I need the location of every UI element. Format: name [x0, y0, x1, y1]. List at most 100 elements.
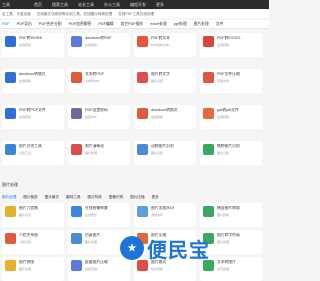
tool-description: 在线转换 — [85, 43, 98, 47]
notice-bar: 全工具，丰富全面 在线格式化修改等实用工具，在线图片转换处理 在线PDF工具在线… — [0, 10, 269, 18]
tool-title: 横竖图片转换 — [217, 206, 240, 210]
tool-description: 图片处理 — [85, 240, 98, 244]
tool-description: 在线转换 — [19, 79, 32, 83]
tool-title: 图片拼图 — [19, 260, 35, 264]
tool-title: PDF转EXCEL — [217, 36, 241, 40]
tool-card[interactable]: 图片识别工具 识别工具 — [2, 141, 64, 165]
tool-card[interactable]: doc/docx转换文 在线转换 — [134, 105, 196, 129]
subtab[interactable]: 图片处理 — [2, 195, 16, 200]
tool-card[interactable]: 在线图像修复 在线修复 — [68, 203, 130, 227]
tool-card[interactable]: 文本转PDF 文本转PDF — [68, 69, 130, 93]
category-tabs: PDF PDF导出 PDF合并分割 PDF加密解密 PDF编辑 其它PDF操作 … — [0, 20, 269, 29]
subtab[interactable]: 图片压缩 — [130, 195, 144, 200]
site-logo[interactable]: 工具 — [2, 2, 10, 8]
tool-description: 在线转换 — [19, 115, 32, 119]
nav-item[interactable]: 搜索工具 — [52, 2, 68, 8]
tool-card[interactable]: 动物图片识别 图片识别 — [134, 141, 196, 165]
tool-description: 在线转换 — [19, 43, 32, 47]
tool-title: 文本转PDF — [85, 72, 104, 76]
tool-icon — [5, 206, 16, 217]
watermark-icon: ★ — [120, 236, 144, 260]
nav-item[interactable]: 首页 — [34, 2, 42, 8]
tool-card[interactable]: PDF文件压缩 压缩文件 — [200, 69, 262, 93]
tool-description: 图片处理 — [217, 240, 230, 244]
tool-card[interactable]: PDF转EXCEL 在线转换 — [200, 33, 262, 57]
tool-description: 添加水印 — [151, 213, 164, 217]
nav-item[interactable]: 编程开发 — [130, 2, 146, 8]
tool-card[interactable]: doc/docx转PDF 在线转换 — [68, 33, 130, 57]
image-subtabs: 图片处理 图片裁剪 图片格式 趣味工具 图片特效 图像识别 图片压缩 更多 — [0, 193, 269, 201]
tool-icon — [71, 233, 82, 244]
tool-card[interactable]: PDF转WORD 在线转换 — [2, 33, 64, 57]
subtab[interactable]: 图片格式 — [45, 195, 59, 200]
nav-item[interactable]: 站长工具 — [78, 2, 94, 8]
tool-card[interactable]: doc/docx转格式 在线转换 — [2, 69, 64, 93]
tool-icon — [137, 108, 148, 119]
tool-description: 压缩文件 — [217, 79, 230, 83]
tab-file[interactable]: 文件 — [216, 22, 224, 27]
tool-description: 文本转PDF — [85, 79, 101, 83]
tool-card[interactable]: PDF转文本 PDF转换文本 — [134, 33, 196, 57]
tool-card[interactable]: 图片清晰化 图片处理 — [68, 141, 130, 165]
tab-pdf-other[interactable]: 其它PDF操作 — [121, 22, 144, 27]
tool-icon — [71, 206, 82, 217]
tool-title: 仿真图片 — [85, 233, 101, 237]
nav-item[interactable]: 办公工具 — [104, 2, 120, 8]
tool-icon — [71, 260, 82, 271]
tab-pdf[interactable]: PDF — [2, 22, 10, 26]
tool-description: 图片切割 — [19, 213, 32, 217]
subtab[interactable]: 图片特效 — [88, 195, 102, 200]
tool-card[interactable]: PDF设置密码 加密PDF — [68, 105, 130, 129]
tool-icon — [5, 108, 16, 119]
tool-icon — [203, 36, 214, 47]
tool-icon — [137, 36, 148, 47]
subtab[interactable]: 图片裁剪 — [23, 195, 37, 200]
tab-ppt[interactable]: ppt处理 — [174, 22, 187, 27]
tool-title: 动物图片识别 — [151, 144, 174, 148]
tab-excel[interactable]: excel处理 — [150, 22, 166, 27]
tool-icon — [5, 144, 16, 155]
tool-card[interactable]: 图片拼图 图片处理 — [2, 257, 64, 281]
tool-title: 图片添加水印 — [151, 206, 174, 210]
tool-icon — [137, 206, 148, 217]
tool-description: 图片转换 — [217, 213, 230, 217]
tool-card[interactable]: 人脸关系图 人脸识别 — [2, 230, 64, 254]
tool-description: PDF转换文本 — [151, 43, 170, 47]
tool-icon — [71, 108, 82, 119]
tool-title: doc/docx转换文 — [151, 108, 178, 112]
tool-title: doc/docx转格式 — [19, 72, 46, 76]
subtab[interactable]: 更多 — [152, 195, 159, 200]
tab-pdf-edit[interactable]: PDF编辑 — [98, 22, 113, 27]
tool-icon — [71, 72, 82, 83]
tool-icon — [137, 144, 148, 155]
tool-title: 图片清晰化 — [85, 144, 104, 148]
tool-icon — [203, 206, 214, 217]
tab-pdf-merge[interactable]: PDF合并分割 — [39, 22, 62, 27]
tool-description: 图片处理 — [85, 151, 98, 155]
tab-pdf-export[interactable]: PDF导出 — [17, 22, 32, 27]
section-title: 图片处理 — [2, 182, 18, 187]
nav-item[interactable]: 更多 — [156, 2, 164, 8]
tool-card[interactable]: 图片添加水印 添加水印 — [134, 203, 196, 227]
tool-card[interactable]: 植物图片识别 图片识别 — [200, 141, 262, 165]
subtab[interactable]: 图像识别 — [109, 195, 123, 200]
tool-card[interactable]: PDF转PDF文件 在线转换 — [2, 105, 64, 129]
tool-description: 在线转换 — [217, 115, 230, 119]
tool-icon — [71, 144, 82, 155]
tool-title: 在线图像修复 — [85, 206, 108, 210]
tool-title: 图片转字符画 — [217, 233, 240, 237]
tool-description: 格式转换 — [151, 267, 164, 271]
tool-card[interactable]: 图片转文字 图片识别 — [134, 69, 196, 93]
tab-image[interactable]: 图片处理 — [194, 22, 209, 27]
tab-pdf-encrypt[interactable]: PDF加密解密 — [69, 22, 92, 27]
tool-title: 文本转图片 — [217, 260, 236, 264]
tool-card[interactable]: ppt转pdf文件 在线转换 — [200, 105, 262, 129]
tool-description: 图片识别 — [151, 151, 164, 155]
tool-description: 人脸识别 — [19, 240, 32, 244]
tool-title: 图片识别工具 — [19, 144, 42, 148]
tool-icon — [203, 72, 214, 83]
tool-card[interactable]: 横竖图片转换 图片转换 — [200, 203, 262, 227]
tool-card[interactable]: 图片九宫格 图片切割 — [2, 203, 64, 227]
notice-right: 在线PDF工具在线处理 — [118, 11, 155, 16]
subtab[interactable]: 趣味工具 — [66, 195, 80, 200]
